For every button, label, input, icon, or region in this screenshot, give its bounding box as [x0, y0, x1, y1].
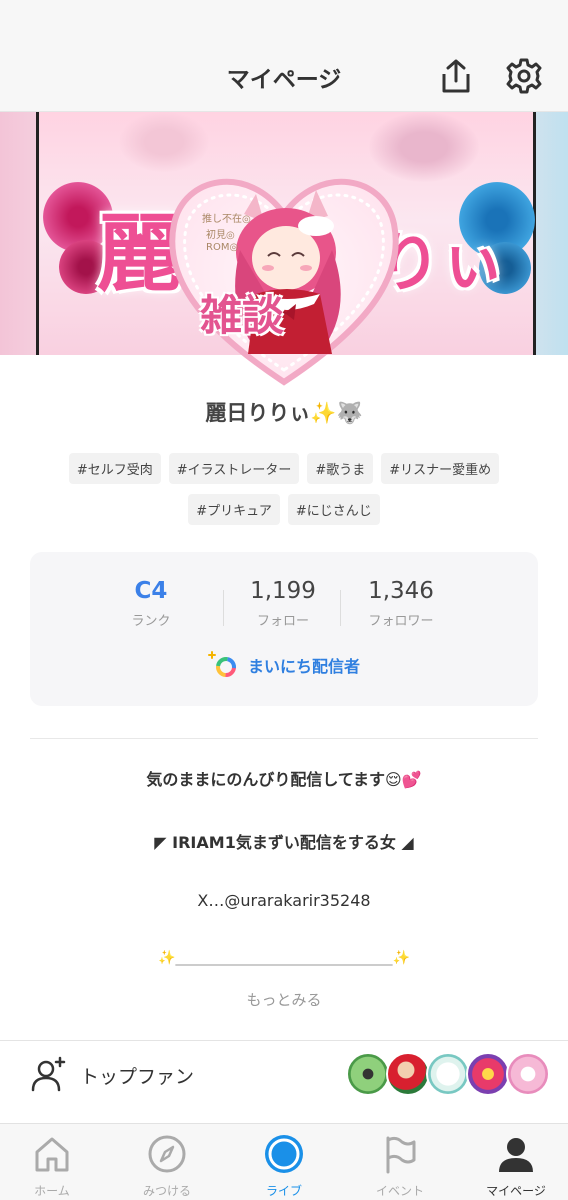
bottom-tab-bar: ホーム みつける ライブ イベント マイページ [0, 1123, 568, 1200]
more-link[interactable]: もっとみる [0, 989, 568, 1010]
live-icon [265, 1135, 303, 1173]
tag-chip[interactable]: #プリキュア [188, 494, 280, 525]
tab-live[interactable]: ライブ [239, 1134, 329, 1199]
top-fan-row[interactable]: トップファン [0, 1040, 568, 1108]
tag-list: #セルフ受肉 #イラストレーター #歌うま #リスナー愛重め #プリキュア #に… [40, 453, 528, 525]
tab-home[interactable]: ホーム [7, 1134, 97, 1199]
gear-icon [506, 58, 542, 94]
bio-line: ◤ IRIAM1気まずい配信をする女 ◢ [154, 833, 414, 852]
fan-avatar[interactable] [506, 1052, 550, 1096]
fan-avatar[interactable] [466, 1052, 510, 1096]
flag-icon [386, 1136, 416, 1174]
tag-chip[interactable]: #セルフ受肉 [68, 453, 161, 484]
tab-mypage-label: マイページ [486, 1184, 546, 1198]
tag-chip[interactable]: #にじさんじ [287, 494, 380, 525]
follower-stat[interactable]: 1,346 フォロワー [326, 578, 476, 629]
share-button[interactable] [436, 56, 476, 96]
fan-avatar[interactable] [426, 1052, 470, 1096]
top-fan-label: トップファン [80, 1066, 195, 1088]
tab-live-label: ライブ [265, 1184, 302, 1198]
bio-line: 気のままにのんびり配信してます😌💕 [146, 770, 422, 789]
section-divider [30, 738, 538, 739]
tag-chip[interactable]: #歌うま [307, 453, 374, 484]
tag-chip[interactable]: #イラストレーター [168, 453, 300, 484]
compass-icon [148, 1135, 186, 1173]
avatar-side-line: 初見◎ [206, 230, 235, 241]
daily-streamer-label: まいにち配信者 [247, 657, 360, 676]
tab-discover-label: みつける [142, 1184, 191, 1198]
bio-line: ✨_______________________________✨ [158, 950, 410, 966]
avatar-badge-text: 雑談 [200, 291, 285, 340]
stats-card: C4 ランク 1,199 フォロー 1,346 フォロワー まいにち配信者 [30, 552, 538, 706]
rank-value: C4 [134, 578, 168, 604]
fan-avatar[interactable] [346, 1052, 390, 1096]
follower-count: 1,346 [368, 578, 434, 604]
tab-event-label: イベント [375, 1184, 424, 1198]
add-user-icon [31, 1056, 66, 1092]
share-icon [442, 59, 470, 93]
page-title: マイページ [226, 67, 342, 93]
tab-discover[interactable]: みつける [122, 1134, 212, 1199]
follower-label: フォロワー [368, 614, 434, 629]
rainbow-ring-icon [207, 651, 236, 677]
tab-event[interactable]: イベント [355, 1134, 445, 1199]
person-icon [499, 1138, 533, 1172]
rank-stat[interactable]: C4 ランク [76, 578, 226, 629]
rank-label: ランク [131, 614, 171, 629]
profile-avatar[interactable]: 推し不在◎ 初見◎ ROM◎ 雑談 [156, 154, 412, 394]
bio-line: X…@urarakarir35248 [197, 891, 371, 910]
tab-home-label: ホーム [34, 1184, 70, 1198]
header-bar: マイページ [0, 0, 568, 112]
home-icon [35, 1137, 69, 1172]
avatar-side-line: 推し不在◎ [202, 214, 251, 225]
username: 麗日りりぃ✨🐺 [205, 401, 363, 425]
tab-mypage[interactable]: マイページ [471, 1134, 561, 1199]
tag-chip[interactable]: #リスナー愛重め [381, 453, 500, 484]
avatar-side-line: ROM◎ [206, 242, 239, 253]
daily-streamer-badge[interactable]: まいにち配信者 [30, 650, 538, 680]
heart-frame-icon [169, 178, 399, 386]
settings-button[interactable] [504, 56, 544, 96]
fan-avatar[interactable] [386, 1052, 430, 1096]
